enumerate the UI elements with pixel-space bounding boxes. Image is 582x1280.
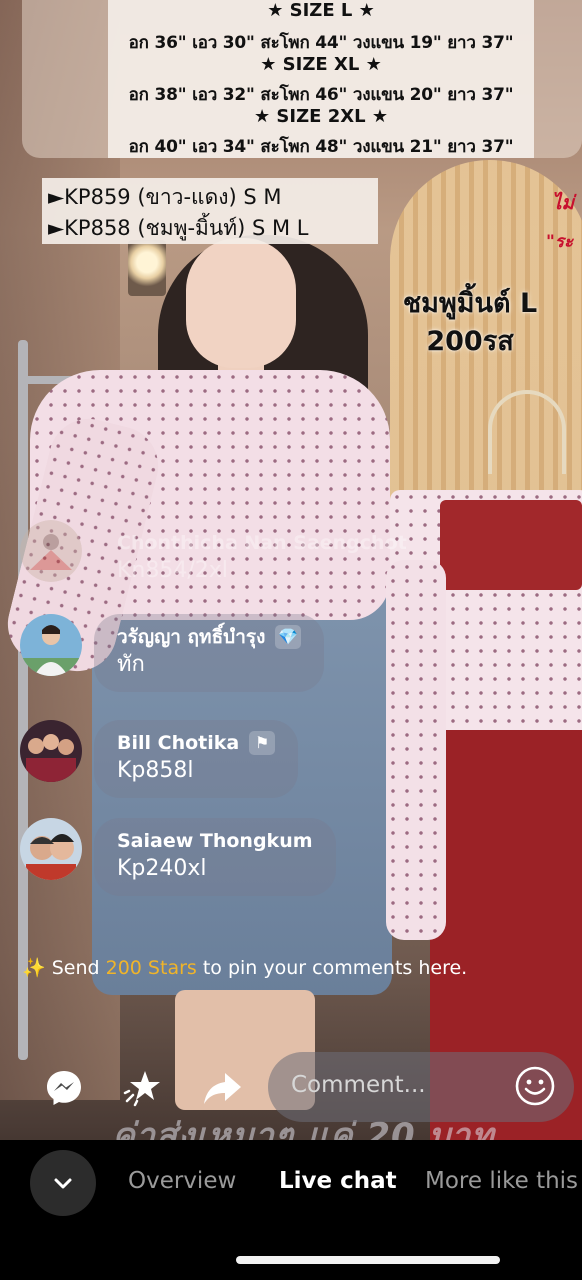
stars-promo-prefix: Send [51, 957, 106, 979]
size-2xl-heading: ★ SIZE 2XL ★ [254, 106, 388, 127]
comment-input-placeholder: Comment... [291, 1072, 426, 1098]
presenter-face [186, 238, 296, 368]
size-2xl-measurements: อก 40" เอว 34" สะโพก 48" วงแขน 21" ยาว 3… [128, 137, 514, 157]
price-overlay-line1: ชมพูมิ้นต์ L [402, 288, 538, 319]
diamond-badge-icon: 💎 [275, 625, 302, 649]
comment-text: Kn854/2xl [117, 558, 228, 583]
stars-promo-suffix: to pin your comments here. [196, 957, 468, 979]
size-xl-heading: ★ SIZE XL ★ [260, 54, 382, 75]
comment-bubble: Saiaew Thongkum Kp240xl [94, 818, 336, 896]
avatar [20, 520, 82, 582]
comment-text: Kp858l [117, 758, 194, 783]
price-overlay-line2: 200รส [426, 326, 514, 357]
live-video-screen: ★ SIZE L ★ อก 36" เอว 30" สะโพก 44" วงแข… [0, 0, 582, 1280]
product-code-kp859: ►KP859 (ขาว-แดง) S M [48, 185, 282, 209]
comment-input[interactable]: Comment... [268, 1052, 574, 1122]
comment-bubble: Bill Chotika ⚑ Kp858l [94, 720, 299, 798]
stars-icon: ✨ [22, 957, 46, 979]
comment-author: Bill Chotika [117, 732, 240, 754]
stars-promo-amount: 200 Stars [105, 957, 197, 979]
tab-overview[interactable]: Overview [128, 1168, 236, 1194]
wall-lamp [128, 240, 166, 296]
side-promo-text-2: "ระ [546, 232, 574, 252]
comment-author: Saiaew Thongkum [117, 830, 313, 852]
comment-bubble: วรัญญา ฤทธิ์บำรุง 💎 ทัก [94, 614, 325, 692]
emoji-icon[interactable] [514, 1065, 556, 1107]
price-overlay: ชมพูมิ้นต์ L 200รส [380, 285, 560, 361]
comment-text: Kp240xl [117, 856, 207, 881]
comment-text: ทัก [117, 652, 145, 677]
avatar[interactable] [20, 614, 82, 676]
hanger [488, 390, 566, 474]
flag-badge-icon: ⚑ [249, 731, 276, 755]
stars-promo[interactable]: ✨ Send 200 Stars to pin your comments he… [22, 956, 467, 979]
product-codes-panel: ►KP859 (ขาว-แดง) S M ►KP858 (ชมพู-มิ้นท์… [42, 178, 378, 244]
messenger-icon[interactable] [42, 1066, 86, 1110]
size-xl-measurements: อก 38" เอว 32" สะโพก 46" วงแขน 20" ยาว 3… [128, 85, 514, 105]
tab-more-like-this[interactable]: More like this [425, 1168, 578, 1194]
comment-bubble: Chonthicha Nan Saengchot Kn854/2xl [94, 520, 430, 598]
share-icon[interactable] [200, 1066, 244, 1110]
avatar[interactable] [20, 720, 82, 782]
comment-author: วรัญญา ฤทธิ์บำรุง [117, 626, 266, 648]
clothing-rack [18, 340, 28, 1060]
product-code-kp858: ►KP858 (ชมพู-มิ้นท์) S M L [48, 216, 309, 240]
avatar[interactable] [20, 818, 82, 880]
home-indicator [236, 1256, 500, 1264]
collapse-button[interactable] [30, 1150, 96, 1216]
send-stars-icon[interactable] [120, 1066, 164, 1110]
side-promo-text: ไม่ [552, 192, 575, 214]
displayed-dress-sleeve [386, 560, 446, 940]
tab-live-chat[interactable]: Live chat [279, 1168, 397, 1194]
chevron-down-icon [54, 1178, 72, 1189]
size-chart: ★ SIZE L ★ อก 36" เอว 30" สะโพก 44" วงแข… [108, 0, 534, 158]
comment-author: Chonthicha Nan Saengchot [117, 532, 407, 554]
size-l-heading: ★ SIZE L ★ [267, 0, 375, 21]
size-l-measurements: อก 36" เอว 30" สะโพก 44" วงแขน 19" ยาว 3… [128, 33, 514, 53]
displayed-dress-bodice [440, 500, 582, 590]
